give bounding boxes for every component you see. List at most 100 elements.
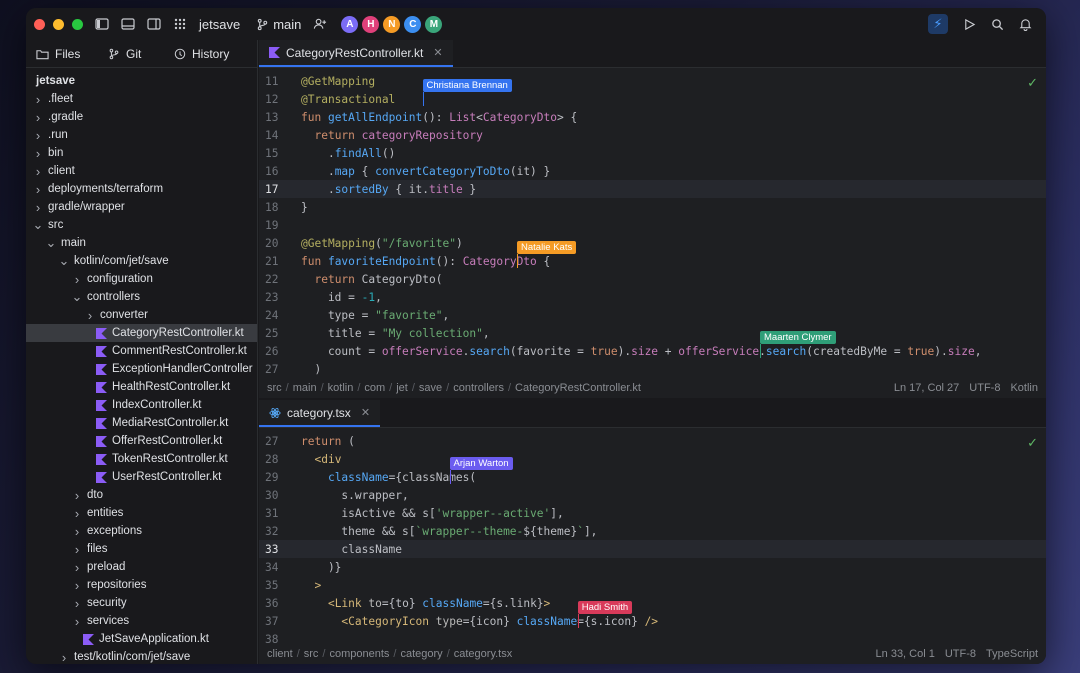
file-tree-folder[interactable]: ⌄ src <box>26 216 257 234</box>
branch-selector[interactable]: main <box>256 17 301 32</box>
breadcrumb-item[interactable]: jet <box>396 382 408 394</box>
breadcrumb-item[interactable]: category <box>400 648 442 660</box>
line-number[interactable]: 35 <box>259 579 295 592</box>
tab-category-tsx[interactable]: category.tsx ✕ <box>259 400 381 427</box>
chevron-right-icon[interactable]: › <box>32 92 44 107</box>
line-number[interactable]: 13 <box>259 111 295 124</box>
line-number[interactable]: 29 <box>259 471 295 484</box>
left-panel-toggle-icon[interactable] <box>95 17 109 31</box>
code-line[interactable]: 29 className={classNames(Arjan Warton <box>259 457 1046 486</box>
code-line[interactable]: 31 isActive && s['wrapper--active'], <box>259 504 1046 522</box>
maximize-window-button[interactable] <box>72 18 83 30</box>
file-tree-folder[interactable]: › .gradle <box>26 108 257 126</box>
add-collaborator-icon[interactable] <box>313 17 327 31</box>
file-tree-folder[interactable]: › repositories <box>26 576 257 594</box>
file-tree-folder[interactable]: › files <box>26 540 257 558</box>
play-icon[interactable] <box>962 17 976 31</box>
code-line[interactable]: 36 <Link to={to} className={s.link}> <box>259 594 1046 612</box>
chevron-right-icon[interactable]: › <box>71 560 83 575</box>
code-line[interactable]: 19 <box>259 216 1046 234</box>
file-encoding[interactable]: UTF-8 <box>969 382 1000 394</box>
chevron-right-icon[interactable]: › <box>71 272 83 287</box>
line-number[interactable]: 31 <box>259 507 295 520</box>
file-tree-folder[interactable]: › .run <box>26 126 257 144</box>
line-number[interactable]: 24 <box>259 309 295 322</box>
chevron-right-icon[interactable]: › <box>71 542 83 557</box>
close-window-button[interactable] <box>34 18 45 30</box>
code-line[interactable]: 37 <CategoryIcon type={icon} className={… <box>259 601 1046 630</box>
line-number[interactable]: 33 <box>259 543 295 556</box>
collaborator-avatar[interactable]: M <box>425 15 443 33</box>
code-line[interactable]: 11 @GetMapping <box>259 72 1046 90</box>
chevron-right-icon[interactable]: › <box>71 614 83 629</box>
code-line[interactable]: 25 title = "My collection", <box>259 324 1046 342</box>
tab-files[interactable]: Files <box>26 40 98 67</box>
chevron-right-icon[interactable]: › <box>71 578 83 593</box>
file-tree-folder[interactable]: › test/kotlin/com/jet/save <box>26 648 257 665</box>
collaborator-avatar[interactable]: H <box>362 15 380 33</box>
tab-category-rest-controller[interactable]: CategoryRestController.kt ✕ <box>259 40 453 67</box>
file-tree-folder[interactable]: › entities <box>26 504 257 522</box>
close-tab-icon[interactable]: ✕ <box>361 406 370 419</box>
code-line[interactable]: 23 id = -1, <box>259 288 1046 306</box>
file-tree-file[interactable]: JetSaveApplication.kt <box>26 630 257 648</box>
collaborator-avatar[interactable]: N <box>383 15 401 33</box>
file-language[interactable]: TypeScript <box>986 648 1038 660</box>
chevron-right-icon[interactable]: › <box>32 200 44 215</box>
code-line[interactable]: 15 .findAll() <box>259 144 1046 162</box>
line-number[interactable]: 37 <box>259 615 295 628</box>
code-line[interactable]: 30 s.wrapper, <box>259 486 1046 504</box>
code-line[interactable]: 14 return categoryRepository <box>259 126 1046 144</box>
chevron-right-icon[interactable]: › <box>32 110 44 125</box>
code-line[interactable]: 24 type = "favorite", <box>259 306 1046 324</box>
bell-icon[interactable] <box>1018 17 1032 31</box>
breadcrumb-item[interactable]: kotlin <box>328 382 354 394</box>
code-line[interactable]: 16 .map { convertCategoryToDto(it) } <box>259 162 1046 180</box>
line-number[interactable]: 16 <box>259 165 295 178</box>
code-area-top[interactable]: 11 @GetMapping 12 @Transactional Christiana … <box>259 68 1046 378</box>
chevron-right-icon[interactable]: › <box>32 128 44 143</box>
chevron-right-icon[interactable]: › <box>71 488 83 503</box>
code-line[interactable]: 26 count = offerService.search(favorite … <box>259 331 1046 360</box>
project-name[interactable]: jetsave <box>199 17 240 32</box>
file-tree-file[interactable]: HealthRestController.kt <box>26 378 257 396</box>
chevron-right-icon[interactable]: › <box>71 524 83 539</box>
file-tree-file[interactable]: TokenRestController.kt <box>26 450 257 468</box>
chevron-right-icon[interactable]: › <box>71 506 83 521</box>
file-language[interactable]: Kotlin <box>1010 382 1038 394</box>
file-tree-file[interactable]: CommentRestController.kt <box>26 342 257 360</box>
file-tree-folder[interactable]: › services <box>26 612 257 630</box>
breadcrumb-item[interactable]: save <box>419 382 442 394</box>
line-number[interactable]: 17 <box>259 183 295 196</box>
file-tree-folder[interactable]: › configuration <box>26 270 257 288</box>
line-number[interactable]: 30 <box>259 489 295 502</box>
file-tree-folder[interactable]: › preload <box>26 558 257 576</box>
file-tree-file[interactable]: UserRestController.kt <box>26 468 257 486</box>
chevron-down-icon[interactable]: ⌄ <box>58 253 70 269</box>
line-number[interactable]: 25 <box>259 327 295 340</box>
line-number[interactable]: 34 <box>259 561 295 574</box>
cursor-position[interactable]: Ln 33, Col 1 <box>876 648 935 660</box>
grid-menu-icon[interactable] <box>173 17 187 31</box>
code-line[interactable]: 12 @Transactional Christiana Brennan <box>259 79 1046 108</box>
file-tree-file[interactable]: ExceptionHandlerController <box>26 360 257 378</box>
file-tree-folder[interactable]: › exceptions <box>26 522 257 540</box>
line-number[interactable]: 28 <box>259 453 295 466</box>
file-tree-folder[interactable]: › converter <box>26 306 257 324</box>
line-number[interactable]: 11 <box>259 75 295 88</box>
code-line[interactable]: 13 fun getAllEndpoint(): List<CategoryDto… <box>259 108 1046 126</box>
cursor-position[interactable]: Ln 17, Col 27 <box>894 382 959 394</box>
code-line[interactable]: 28 <div <box>259 450 1046 468</box>
code-line[interactable]: 22 return CategoryDto( <box>259 270 1046 288</box>
file-tree-folder[interactable]: › .fleet <box>26 90 257 108</box>
file-tree-folder[interactable]: ⌄ kotlin/com/jet/save <box>26 252 257 270</box>
file-tree-folder[interactable]: jetsave <box>26 72 257 90</box>
file-tree-file[interactable]: OfferRestController.kt <box>26 432 257 450</box>
breadcrumb-item[interactable]: client <box>267 648 293 660</box>
bottom-panel-toggle-icon[interactable] <box>121 17 135 31</box>
file-tree-folder[interactable]: › deployments/terraform <box>26 180 257 198</box>
breadcrumb-item[interactable]: components <box>329 648 389 660</box>
line-number[interactable]: 14 <box>259 129 295 142</box>
close-tab-icon[interactable]: ✕ <box>433 46 442 59</box>
file-tree-folder[interactable]: › client <box>26 162 257 180</box>
